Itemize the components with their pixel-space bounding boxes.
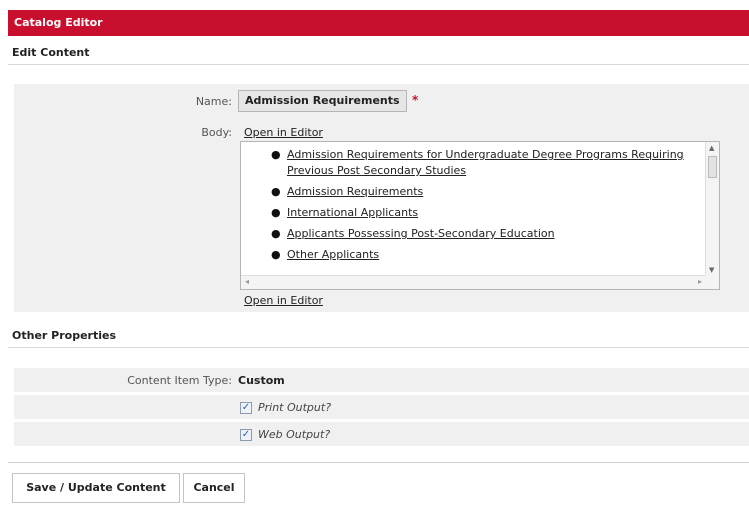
- list-item: ● Applicants Possessing Post-Secondary E…: [241, 226, 706, 242]
- check-icon: ✓: [241, 429, 251, 440]
- scrollbar-corner: [705, 275, 719, 289]
- list-item: ● International Applicants: [241, 205, 706, 221]
- scroll-up-icon[interactable]: ▲: [709, 144, 714, 152]
- body-link[interactable]: International Applicants: [287, 206, 418, 219]
- edit-content-heading: Edit Content: [8, 41, 749, 65]
- cancel-button[interactable]: Cancel: [183, 473, 245, 503]
- web-output-checkbox[interactable]: ✓: [240, 429, 252, 441]
- body-label: Body:: [201, 126, 232, 139]
- web-output-row: [14, 422, 749, 446]
- list-item: ● Admission Requirements for Undergradua…: [241, 147, 706, 179]
- scroll-left-icon[interactable]: ◂: [245, 277, 249, 286]
- name-field[interactable]: Admission Requirements: [238, 90, 407, 112]
- body-link[interactable]: Admission Requirements for Undergraduate…: [287, 148, 684, 177]
- body-editor-preview[interactable]: ● Admission Requirements for Undergradua…: [240, 141, 720, 290]
- check-icon: ✓: [241, 402, 251, 413]
- scroll-thumb[interactable]: [708, 156, 717, 178]
- window-title: Catalog Editor: [8, 10, 749, 36]
- print-output-row: [14, 395, 749, 419]
- vertical-scrollbar[interactable]: ▲ ▼: [705, 142, 719, 276]
- content-item-type-label: Content Item Type:: [127, 374, 232, 387]
- save-update-button[interactable]: Save / Update Content: [12, 473, 180, 503]
- print-output-label[interactable]: Print Output?: [258, 401, 331, 414]
- required-marker: *: [412, 93, 419, 107]
- body-link[interactable]: Other Applicants: [287, 248, 379, 261]
- horizontal-scrollbar[interactable]: ◂ ▸: [241, 275, 706, 289]
- bullet-icon: ●: [271, 206, 281, 219]
- list-item: ● Admission Requirements: [241, 184, 706, 200]
- body-link[interactable]: Admission Requirements: [287, 185, 423, 198]
- divider: [8, 462, 749, 463]
- list-item: ● Other Applicants: [241, 247, 706, 263]
- name-label: Name:: [195, 95, 232, 108]
- bullet-icon: ●: [271, 227, 281, 240]
- scroll-down-icon[interactable]: ▼: [709, 266, 714, 274]
- print-output-checkbox[interactable]: ✓: [240, 402, 252, 414]
- bullet-icon: ●: [271, 185, 281, 198]
- web-output-label[interactable]: Web Output?: [258, 428, 330, 441]
- open-in-editor-link-bottom[interactable]: Open in Editor: [244, 294, 323, 307]
- bullet-icon: ●: [271, 148, 281, 161]
- other-properties-heading: Other Properties: [8, 324, 749, 348]
- scroll-right-icon[interactable]: ▸: [698, 277, 702, 286]
- body-link-list: ● Admission Requirements for Undergradua…: [241, 147, 706, 268]
- body-link[interactable]: Applicants Possessing Post-Secondary Edu…: [287, 227, 555, 240]
- bullet-icon: ●: [271, 248, 281, 261]
- open-in-editor-link-top[interactable]: Open in Editor: [244, 126, 323, 139]
- content-item-type-value: Custom: [238, 374, 285, 387]
